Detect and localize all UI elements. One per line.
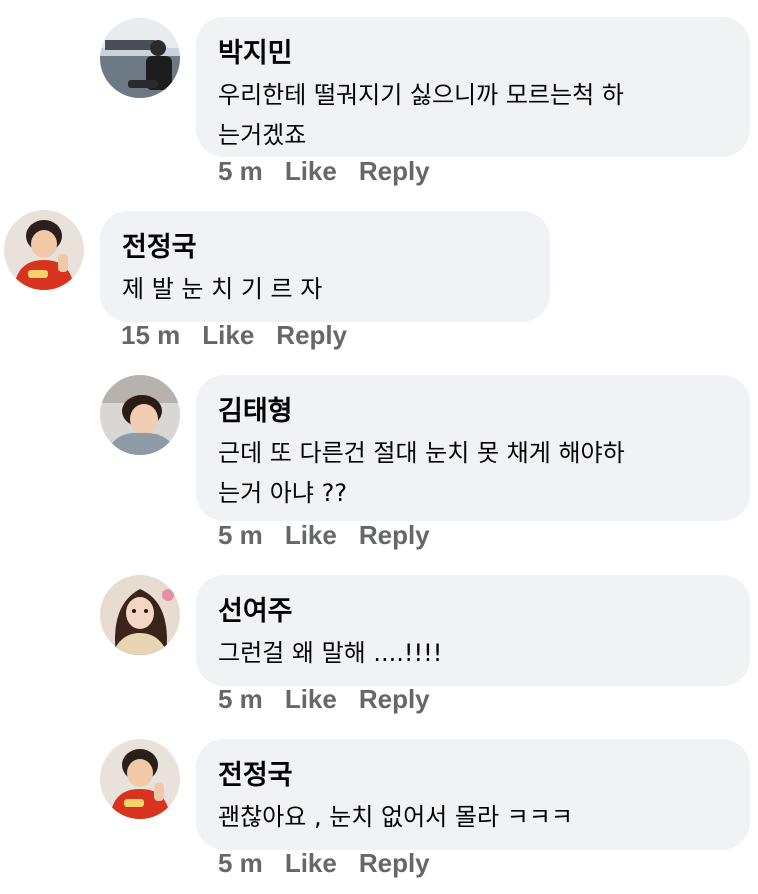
reply-button[interactable]: Reply bbox=[359, 848, 430, 879]
comment-text-line: 우리한테 떨궈지기 싫으니까 모르는척 하 bbox=[218, 81, 624, 109]
reply-button[interactable]: Reply bbox=[359, 156, 430, 187]
avatar-photo-icon bbox=[100, 18, 180, 98]
comment-timestamp: 15 m bbox=[121, 320, 181, 350]
avatar[interactable] bbox=[100, 375, 180, 455]
avatar[interactable] bbox=[100, 18, 180, 98]
avatar-photo-icon bbox=[4, 210, 84, 290]
comment-timestamp: 5 m bbox=[218, 156, 263, 186]
comment-author[interactable]: 전정국 bbox=[218, 759, 728, 793]
comment-text-line: 는거 아냐 ?? bbox=[218, 479, 348, 507]
comment-actions: 5 m Like Reply bbox=[218, 520, 430, 551]
comment-bubble: 전정국 제 발 눈 치 기 르 자 bbox=[100, 211, 550, 322]
comment-author[interactable]: 박지민 bbox=[218, 37, 728, 71]
avatar[interactable] bbox=[100, 575, 180, 655]
comment-text-line: 그런걸 왜 말해 ....!!!! bbox=[218, 639, 443, 667]
avatar-photo-icon bbox=[100, 739, 180, 819]
comment-bubble: 선여주 그런걸 왜 말해 ....!!!! bbox=[196, 575, 750, 686]
comment-bubble: 박지민 우리한테 떨궈지기 싫으니까 모르는척 하 는거겠죠 bbox=[196, 17, 750, 157]
avatar-photo-icon bbox=[100, 575, 180, 655]
avatar[interactable] bbox=[4, 210, 84, 290]
comment-text-line: 제 발 눈 치 기 르 자 bbox=[122, 275, 323, 303]
comment-bubble: 김태형 근데 또 다른건 절대 눈치 못 채게 해야하 는거 아냐 ?? bbox=[196, 375, 750, 521]
like-button[interactable]: Like bbox=[202, 320, 254, 351]
comment-author[interactable]: 전정국 bbox=[122, 231, 528, 265]
comment-timestamp: 5 m bbox=[218, 520, 263, 550]
reply-button[interactable]: Reply bbox=[359, 520, 430, 551]
comment-author[interactable]: 선여주 bbox=[218, 595, 728, 629]
like-button[interactable]: Like bbox=[285, 848, 337, 879]
like-button[interactable]: Like bbox=[285, 684, 337, 715]
avatar[interactable] bbox=[100, 739, 180, 819]
comment-bubble: 전정국 괜찮아요 , 눈치 없어서 몰라 ㅋㅋㅋ bbox=[196, 739, 750, 850]
comment-text-line: 는거겠죠 bbox=[218, 121, 307, 149]
comment-text-line: 괜찮아요 , 눈치 없어서 몰라 ㅋㅋㅋ bbox=[218, 803, 573, 831]
avatar-photo-icon bbox=[100, 375, 180, 455]
reply-button[interactable]: Reply bbox=[276, 320, 347, 351]
comment-actions: 5 m Like Reply bbox=[218, 684, 430, 715]
reply-button[interactable]: Reply bbox=[359, 684, 430, 715]
comment-actions: 5 m Like Reply bbox=[218, 848, 430, 879]
like-button[interactable]: Like bbox=[285, 520, 337, 551]
like-button[interactable]: Like bbox=[285, 156, 337, 187]
comment-actions: 5 m Like Reply bbox=[218, 156, 430, 187]
comment-text-line: 근데 또 다른건 절대 눈치 못 채게 해야하 bbox=[218, 439, 625, 467]
comment-actions: 15 m Like Reply bbox=[121, 320, 347, 351]
comment-author[interactable]: 김태형 bbox=[218, 395, 728, 429]
comment-timestamp: 5 m bbox=[218, 848, 263, 878]
comment-timestamp: 5 m bbox=[218, 684, 263, 714]
